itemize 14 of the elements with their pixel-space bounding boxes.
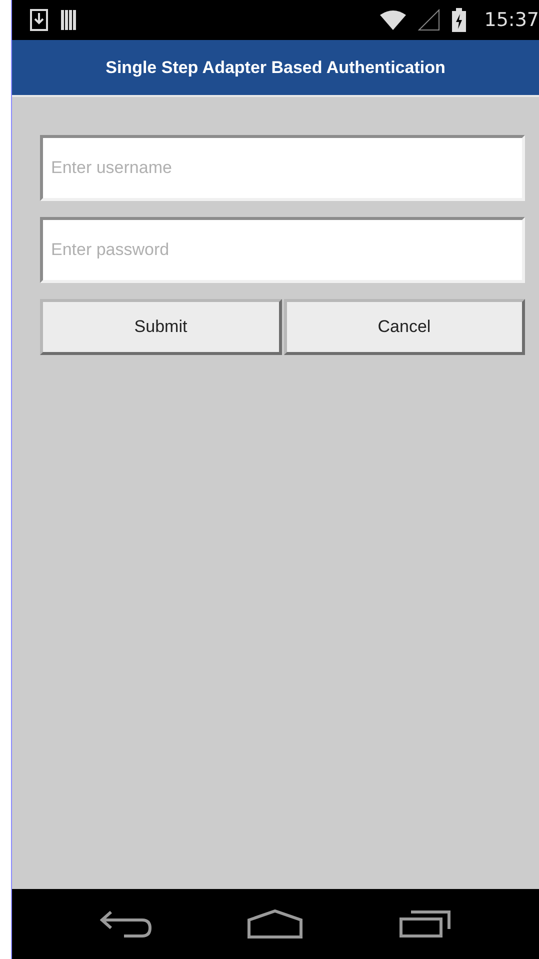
clock-time: 15:37 bbox=[484, 9, 539, 31]
submit-button[interactable]: Submit bbox=[40, 299, 282, 355]
barcode-icon bbox=[60, 9, 78, 31]
cancel-button[interactable]: Cancel bbox=[284, 299, 525, 355]
username-field[interactable]: Enter username bbox=[40, 135, 525, 201]
battery-icon bbox=[452, 8, 466, 32]
signal-icon bbox=[418, 9, 440, 31]
password-field[interactable]: Enter password bbox=[40, 217, 525, 283]
recent-apps-icon[interactable] bbox=[399, 910, 452, 938]
download-icon bbox=[30, 9, 48, 31]
home-icon[interactable] bbox=[247, 909, 304, 939]
wifi-icon bbox=[380, 10, 406, 30]
app-title: Single Step Adapter Based Authentication bbox=[106, 58, 446, 78]
back-icon[interactable] bbox=[100, 910, 152, 938]
